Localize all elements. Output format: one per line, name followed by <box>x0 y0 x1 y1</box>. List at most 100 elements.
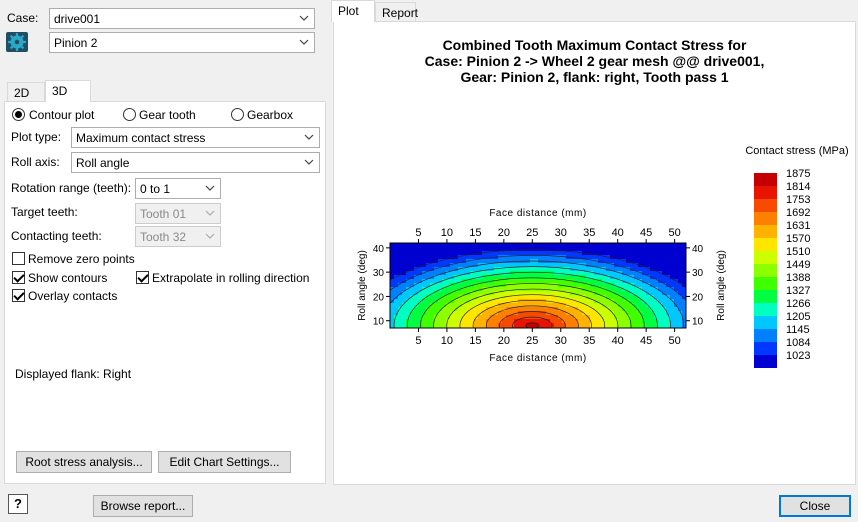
close-button[interactable]: Close <box>779 495 851 517</box>
x-tick-label-top-25: 25 <box>526 227 538 239</box>
browse-report-button[interactable]: Browse report... <box>93 495 193 517</box>
tab-3d[interactable]: 3D <box>45 80 91 102</box>
rotation-range-value: 0 to 1 <box>140 182 171 196</box>
rotation-range-select[interactable]: 0 to 1 <box>135 178 221 199</box>
x-tick-label-bottom-30: 30 <box>555 335 567 347</box>
x-axis-label-top: Face distance (mm) <box>489 208 586 219</box>
x-axis-label-bottom: Face distance (mm) <box>489 353 586 364</box>
y-tick-label-right-10: 10 <box>692 317 704 328</box>
target-teeth-select: Tooth 01 <box>135 203 221 224</box>
gear-select-value: Pinion 2 <box>54 36 98 50</box>
show-contours-checkbox[interactable] <box>12 271 25 284</box>
case-select[interactable]: drive001 <box>49 8 315 29</box>
legend-label-0: 1875 <box>786 168 810 180</box>
legend-swatch-13 <box>754 342 777 355</box>
legend-swatch-1 <box>754 186 777 199</box>
x-tick-label-bottom-20: 20 <box>498 335 510 347</box>
legend-label-6: 1510 <box>786 246 810 258</box>
displayed-flank-text: Displayed flank: Right <box>15 367 132 381</box>
x-tick-label-top-50: 50 <box>668 227 680 239</box>
contour-fill <box>390 243 686 328</box>
plot-area: Combined Tooth Maximum Contact Stress fo… <box>333 21 856 485</box>
tab-2d[interactable]: 2D <box>7 82 45 103</box>
x-tick-label-top-5: 5 <box>415 227 421 239</box>
gear-select[interactable]: Pinion 2 <box>49 32 315 53</box>
show-contours-label: Show contours <box>28 271 108 285</box>
legend-label-12: 1145 <box>786 324 810 336</box>
case-select-value: drive001 <box>54 12 101 26</box>
legend-swatch-11 <box>754 316 777 329</box>
legend-swatch-5 <box>754 238 777 251</box>
remove-zero-points-checkbox[interactable] <box>12 252 25 265</box>
help-icon[interactable]: ? <box>8 494 28 514</box>
gearbox-radio[interactable] <box>231 108 244 121</box>
gear-tooth-label: Gear tooth <box>139 108 196 122</box>
x-tick-label-bottom-50: 50 <box>668 335 680 347</box>
x-tick-label-bottom-40: 40 <box>612 335 624 347</box>
legend-swatch-0 <box>754 173 777 186</box>
x-tick-label-bottom-10: 10 <box>441 335 453 347</box>
legend-label-1: 1814 <box>786 181 810 193</box>
y-tick-label-left-30: 30 <box>373 268 385 279</box>
tab-plot[interactable]: Plot <box>331 0 375 22</box>
x-tick-label-bottom-25: 25 <box>526 335 538 347</box>
y-tick-label-left-40: 40 <box>373 244 385 255</box>
legend-swatch-4 <box>754 225 777 238</box>
tab-2d-label: 2D <box>14 86 30 100</box>
x-tick-label-bottom-35: 35 <box>583 335 595 347</box>
legend-swatch-3 <box>754 212 777 225</box>
plot-type-select[interactable]: Maximum contact stress <box>71 127 320 148</box>
root-stress-analysis-button[interactable]: Root stress analysis... <box>16 451 152 473</box>
legend-label-2: 1753 <box>786 194 810 206</box>
chevron-down-icon <box>299 39 309 45</box>
contour-chart: 5 5 10 10 15 15 20 20 25 25 30 30 35 35 40 40 45 45 50 50 10… <box>357 145 849 368</box>
overlay-contacts-label: Overlay contacts <box>28 289 118 303</box>
x-tick-label-bottom-15: 15 <box>469 335 481 347</box>
legend-title: Contact stress (MPa) <box>745 145 848 157</box>
x-tick-label-top-15: 15 <box>469 227 481 239</box>
y-tick-label-left-20: 20 <box>373 292 385 303</box>
roll-axis-value: Roll angle <box>76 156 130 170</box>
chevron-down-icon <box>205 233 215 239</box>
legend-label-10: 1266 <box>786 298 810 310</box>
legend-swatch-9 <box>754 290 777 303</box>
x-tick-label-top-10: 10 <box>441 227 453 239</box>
x-tick-label-bottom-5: 5 <box>415 335 421 347</box>
roll-axis-label: Roll axis: <box>11 155 60 169</box>
legend-label-8: 1388 <box>786 272 810 284</box>
target-teeth-value: Tooth 01 <box>140 207 187 221</box>
y-axis-label-left: Roll angle (deg) <box>357 250 368 321</box>
legend-swatch-7 <box>754 264 777 277</box>
chevron-down-icon <box>205 210 215 216</box>
legend-label-9: 1327 <box>786 285 810 297</box>
chevron-down-icon <box>304 159 314 165</box>
edit-chart-settings-button[interactable]: Edit Chart Settings... <box>158 451 291 473</box>
rotation-range-label: Rotation range (teeth): <box>11 181 132 195</box>
legend-label-7: 1449 <box>786 259 810 271</box>
target-teeth-label: Target teeth: <box>11 205 78 219</box>
gearbox-label: Gearbox <box>247 108 294 122</box>
legend-label-5: 1570 <box>786 233 810 245</box>
y-tick-label-right-20: 20 <box>692 292 704 303</box>
x-tick-label-top-45: 45 <box>640 227 652 239</box>
legend-swatch-10 <box>754 303 777 316</box>
y-axis-label-right: Roll angle (deg) <box>716 250 727 321</box>
remove-zero-points-label: Remove zero points <box>28 252 135 266</box>
y-tick-label-right-40: 40 <box>692 244 704 255</box>
tab-report-label: Report <box>382 6 419 20</box>
legend-swatch-14 <box>754 355 777 368</box>
x-tick-label-top-30: 30 <box>555 227 567 239</box>
legend-label-13: 1084 <box>786 337 810 349</box>
contacting-teeth-value: Tooth 32 <box>140 230 187 244</box>
tab-report[interactable]: Report <box>375 2 419 23</box>
contour-plot-label: Contour plot <box>29 108 95 122</box>
extrapolate-label: Extrapolate in rolling direction <box>152 271 310 285</box>
overlay-contacts-checkbox[interactable] <box>12 289 25 302</box>
gear-tooth-radio[interactable] <box>123 108 136 121</box>
plot-type-value: Maximum contact stress <box>76 131 206 145</box>
roll-axis-select[interactable]: Roll angle <box>71 152 320 173</box>
legend-label-4: 1631 <box>786 220 810 232</box>
contour-plot-radio[interactable] <box>12 108 25 121</box>
extrapolate-checkbox[interactable] <box>136 271 149 284</box>
y-tick-label-right-30: 30 <box>692 268 704 279</box>
